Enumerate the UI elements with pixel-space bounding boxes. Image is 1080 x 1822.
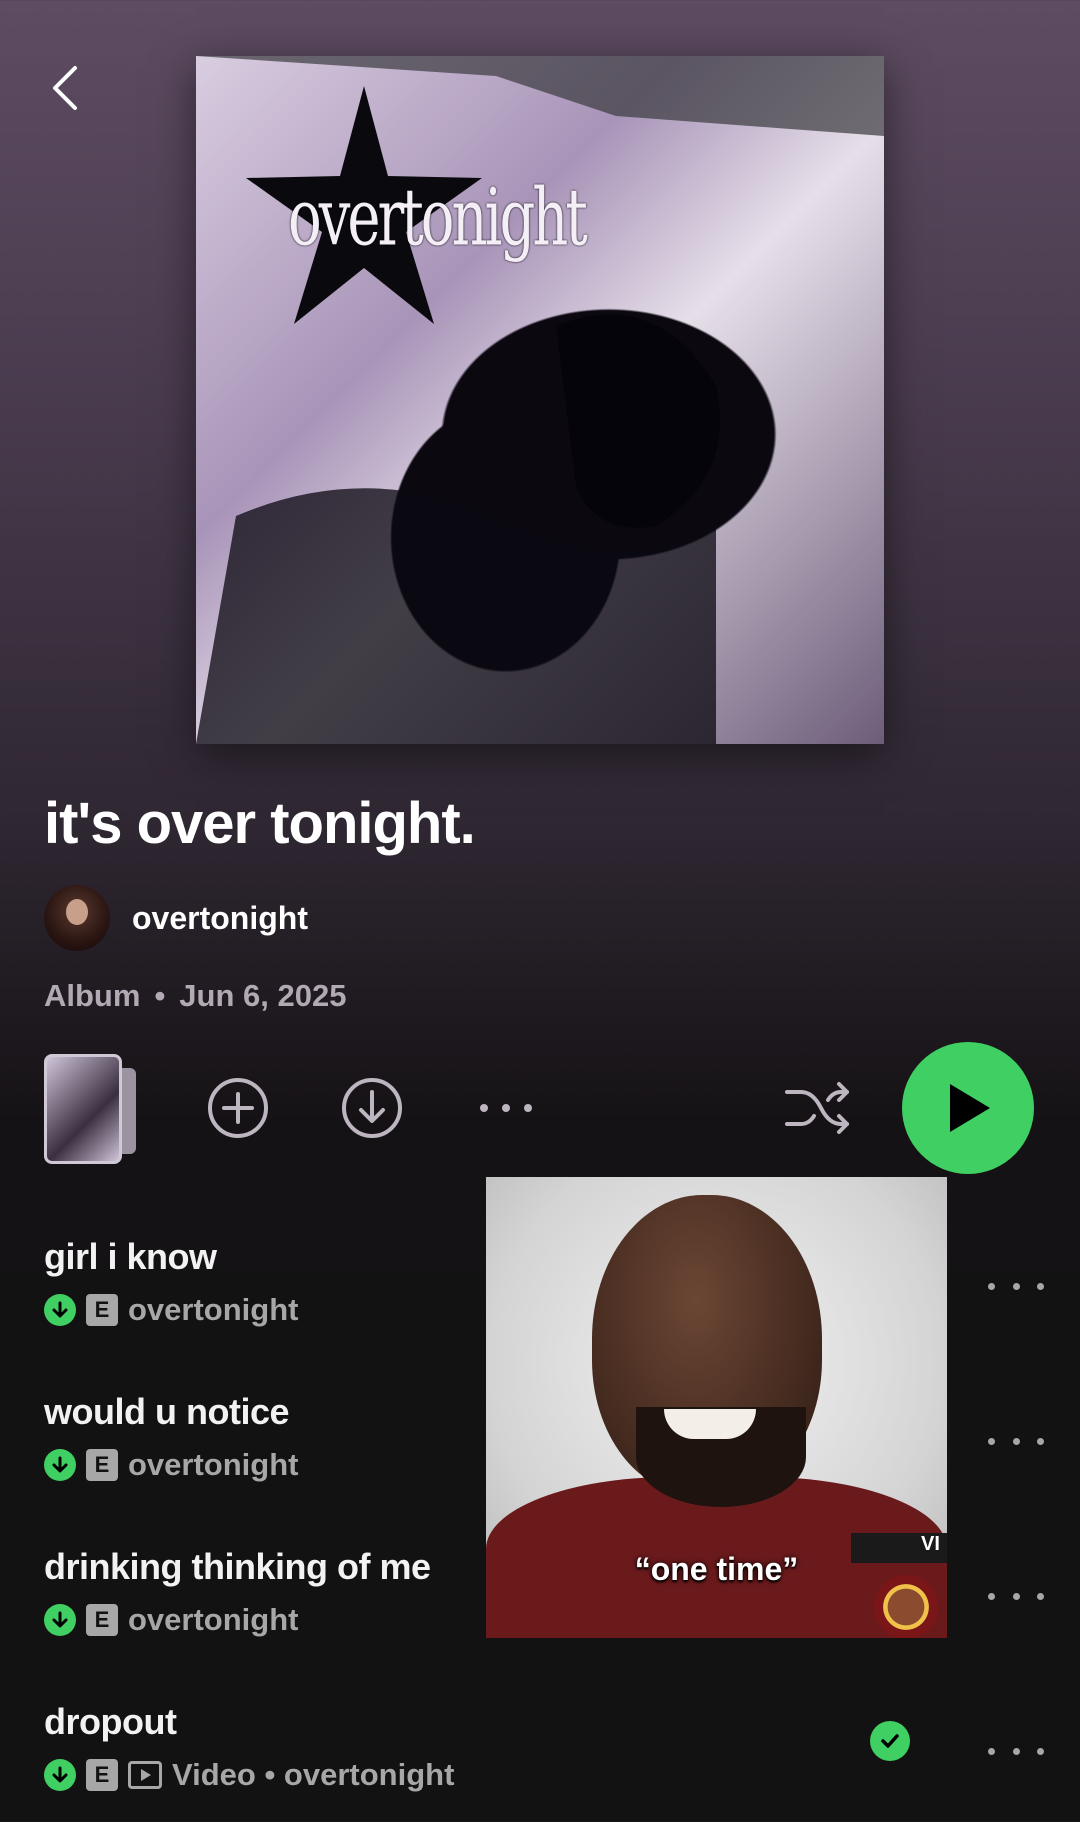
overlay-video-frame: VI “one time”	[486, 1177, 947, 1638]
release-date: Jun 6, 2025	[179, 978, 347, 1013]
action-bar	[44, 1040, 1044, 1176]
album-title: it's over tonight.	[44, 791, 476, 856]
track-artist: Video • overtonight	[172, 1757, 455, 1792]
artist-row[interactable]: overtonight	[44, 884, 308, 952]
video-caption: “one time”	[634, 1551, 799, 1587]
track-subtitle: E Video • overtonight	[44, 1757, 1044, 1793]
downloaded-icon	[44, 1759, 76, 1791]
play-button[interactable]	[902, 1042, 1034, 1174]
track-artist: overtonight	[128, 1447, 299, 1482]
explicit-icon: E	[86, 1759, 118, 1791]
track-artist: overtonight	[128, 1292, 299, 1327]
track-row[interactable]: dropout E Video • overtonight	[44, 1701, 1044, 1822]
add-button[interactable]	[206, 1076, 270, 1140]
artist-name[interactable]: overtonight	[132, 900, 308, 937]
track-more-button[interactable]	[988, 1431, 1044, 1451]
play-icon	[950, 1084, 990, 1132]
downloaded-icon	[44, 1604, 76, 1636]
album-cover: overtonight	[196, 56, 884, 744]
added-check-icon[interactable]	[870, 1721, 910, 1761]
downloaded-icon	[44, 1294, 76, 1326]
cover-logo-text: overtonight	[288, 173, 588, 264]
shuffle-button[interactable]	[782, 1076, 854, 1140]
downloaded-icon	[44, 1449, 76, 1481]
album-type: Album	[44, 978, 141, 1013]
album-meta: Album • Jun 6, 2025	[44, 978, 346, 1014]
album-preview-thumbnail[interactable]	[44, 1054, 140, 1164]
download-circle-icon	[342, 1078, 402, 1138]
download-button[interactable]	[340, 1076, 404, 1140]
back-button[interactable]	[40, 56, 88, 120]
meta-separator: •	[154, 978, 166, 1013]
more-horizontal-icon	[480, 1104, 532, 1112]
shuffle-icon	[785, 1082, 849, 1134]
track-more-button[interactable]	[988, 1276, 1044, 1296]
artist-avatar[interactable]	[44, 885, 110, 951]
track-more-button[interactable]	[988, 1586, 1044, 1606]
track-more-button[interactable]	[988, 1741, 1044, 1761]
explicit-icon: E	[86, 1449, 118, 1481]
track-artist: overtonight	[128, 1602, 299, 1637]
video-icon	[128, 1761, 162, 1789]
plus-circle-icon	[208, 1078, 268, 1138]
explicit-icon: E	[86, 1294, 118, 1326]
explicit-icon: E	[86, 1604, 118, 1636]
more-options-button[interactable]	[474, 1076, 538, 1140]
chevron-left-icon	[53, 66, 77, 110]
